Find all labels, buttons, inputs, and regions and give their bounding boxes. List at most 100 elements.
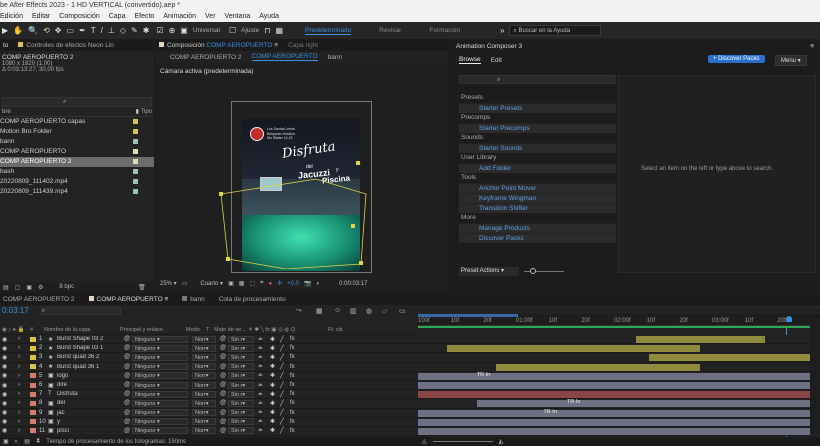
shy-switch-icon[interactable]: ⩕ <box>258 418 270 425</box>
pan-tool-icon[interactable]: ✥ <box>55 26 62 35</box>
layer-name[interactable]: Burst quad 36 1 <box>57 364 124 370</box>
pickwhip-icon[interactable]: @ <box>124 428 132 434</box>
layer-color-swatch[interactable] <box>30 354 36 360</box>
matte-select[interactable]: Sin r▾ <box>228 372 254 380</box>
comp-tab[interactable]: Composición COMP AEROPUERTO ≡ <box>159 41 278 49</box>
effects-controls-tab[interactable]: Controles de efectos Neon Lin <box>18 41 114 49</box>
layer-duration-bar[interactable] <box>418 409 810 417</box>
timeline-scrollbar[interactable] <box>810 314 820 434</box>
collapse-switch-icon[interactable]: ✱ <box>270 372 280 379</box>
project-settings-icon[interactable]: ⚙ <box>38 284 43 291</box>
shy-switch-icon[interactable]: ⩕ <box>258 363 270 370</box>
layer-row[interactable]: ◉ › 9 ▣ jac @ Ninguno ▾ Norr▾ @ Sin r▾ ⩕ ✱ ╱ fx TR In <box>0 408 810 418</box>
mode-select[interactable]: Norr▾ <box>192 363 216 371</box>
layer-color-swatch[interactable] <box>30 336 36 342</box>
interpret-footage-icon[interactable]: ▤ <box>3 284 9 291</box>
column-fx-header[interactable]: Ft. clx <box>328 327 358 333</box>
matte-pickwhip-icon[interactable]: @ <box>220 364 228 370</box>
collapse-switch-icon[interactable]: ✱ <box>270 427 280 434</box>
snapshot-icon[interactable]: 📷 <box>304 280 311 287</box>
layer-name[interactable]: Burst Shape 03 1 <box>57 345 124 351</box>
layer-marker-label[interactable]: TR In <box>543 409 556 415</box>
zoom-select[interactable]: 25% ▾ <box>160 280 177 287</box>
fx-switch-icon[interactable]: fx <box>290 345 308 351</box>
matte-select[interactable]: Sin r▾ <box>228 344 254 352</box>
quality-switch-icon[interactable]: ╱ <box>280 354 290 361</box>
expand-icon[interactable]: › <box>10 373 30 379</box>
expand-icon[interactable]: › <box>10 345 30 351</box>
matte-select[interactable]: Sin r▾ <box>228 427 254 435</box>
discover-packs-button[interactable]: + Discover Packs <box>708 55 765 63</box>
layer-row[interactable]: ◉ › 3 ★ Burst quad 36 2 @ Ninguno ▾ Norr▾ @ Sin r… <box>0 353 810 363</box>
menu-item-4[interactable]: Efecto <box>134 11 154 22</box>
hand-tool-icon[interactable]: ✋ <box>13 26 23 35</box>
quality-switch-icon[interactable]: ╱ <box>280 409 290 416</box>
matte-pickwhip-icon[interactable]: @ <box>220 391 228 397</box>
type-tool-icon[interactable]: T <box>91 26 96 35</box>
shy-switch-icon[interactable]: ⩕ <box>258 354 270 361</box>
breadcrumb-comp-aeropuerto[interactable]: COMP AEROPUERTO <box>251 53 318 61</box>
collapse-switch-icon[interactable]: ✱ <box>270 391 280 398</box>
project-item[interactable]: bann <box>0 137 154 147</box>
help-search-input[interactable]: ⌕ Buscar en la Ayuda <box>509 25 602 36</box>
collapse-switch-icon[interactable]: ✱ <box>270 409 280 416</box>
workspace-overflow-icon[interactable]: » <box>500 26 504 35</box>
visibility-icon[interactable]: ◉ <box>0 345 10 352</box>
expand-icon[interactable]: › <box>10 382 30 388</box>
visibility-icon[interactable]: ◉ <box>0 400 10 407</box>
expand-icon[interactable]: › <box>10 428 30 434</box>
fx-switch-icon[interactable]: fx <box>290 373 308 379</box>
mode-select[interactable]: Norr▾ <box>192 353 216 361</box>
layer-color-swatch[interactable] <box>30 400 36 406</box>
workspace-revisar[interactable]: Revisar <box>379 27 401 34</box>
layer-duration-bar[interactable] <box>418 427 810 435</box>
quality-switch-icon[interactable]: ╱ <box>280 391 290 398</box>
fx-switch-icon[interactable]: fx <box>290 400 308 406</box>
breadcrumb-bann[interactable]: bann <box>328 54 342 61</box>
label-color-swatch[interactable] <box>133 119 138 124</box>
menu-item-7[interactable]: Ventana <box>225 11 251 22</box>
new-comp-icon[interactable]: ▣ <box>26 284 32 291</box>
matte-select[interactable]: Sin r▾ <box>228 418 254 426</box>
grid-snap-icon[interactable]: ▣ <box>180 26 188 35</box>
layer-color-swatch[interactable] <box>30 419 36 425</box>
matte-pickwhip-icon[interactable]: @ <box>220 400 228 406</box>
stamp-tool-icon[interactable]: ⊥ <box>108 26 115 35</box>
mode-select[interactable]: Norr▾ <box>192 399 216 407</box>
label-color-swatch[interactable] <box>133 139 138 144</box>
timeline-search-input[interactable]: ⌕ <box>40 306 121 315</box>
show-snapshot-icon[interactable]: ◐ <box>316 281 320 287</box>
fx-switch-icon[interactable]: fx <box>290 364 308 370</box>
guides-icon[interactable]: ⌗ <box>260 280 263 287</box>
collapse-switch-icon[interactable]: ✱ <box>270 363 280 370</box>
menu-item-3[interactable]: Capa <box>109 11 126 22</box>
project-item[interactable]: 20220809_111402.mp4 <box>0 177 154 187</box>
zoom-out-icon[interactable]: ◬ <box>422 438 427 445</box>
resolution-select[interactable]: Cuarto ▾ <box>200 280 223 287</box>
label-color-swatch[interactable] <box>133 159 138 164</box>
pickwhip-icon[interactable]: @ <box>124 419 132 425</box>
expand-icon[interactable]: › <box>10 410 30 416</box>
layer-color-swatch[interactable] <box>30 410 36 416</box>
pickwhip-icon[interactable]: @ <box>124 354 132 360</box>
timeline-ruler[interactable]: 100f 10f 20f 01:00f 10f 20f 02:00f 10f 20f 03:00f… <box>418 314 810 326</box>
layer-duration-bar[interactable] <box>649 354 810 362</box>
parent-select[interactable]: Ninguno ▾ <box>132 399 188 407</box>
ac-browse-tab[interactable]: Browse <box>459 56 481 64</box>
shy-switch-icon[interactable]: ⩕ <box>258 336 270 343</box>
expand-icon[interactable]: › <box>10 400 30 406</box>
mask-icon[interactable]: ⬚ <box>249 280 255 287</box>
rect-tool-icon[interactable]: ▭ <box>67 26 75 35</box>
shy-switch-icon[interactable]: ⩕ <box>258 400 270 407</box>
mode-select[interactable]: Norr▾ <box>192 372 216 380</box>
layer-duration-bar[interactable] <box>418 381 810 389</box>
new-folder-icon[interactable]: ▢ <box>15 284 21 291</box>
quality-switch-icon[interactable]: ╱ <box>280 336 290 343</box>
breadcrumb-comp-aeropuerto-2[interactable]: COMP AEROPUERTO 2 <box>170 54 242 61</box>
quality-switch-icon[interactable]: ╱ <box>280 427 290 434</box>
matte-pickwhip-icon[interactable]: @ <box>220 345 228 351</box>
ac-item[interactable]: Starter Sounds <box>459 143 616 153</box>
parent-select[interactable]: Ninguno ▾ <box>132 381 188 389</box>
layer-name[interactable]: logo <box>57 373 124 379</box>
quality-switch-icon[interactable]: ╱ <box>280 363 290 370</box>
